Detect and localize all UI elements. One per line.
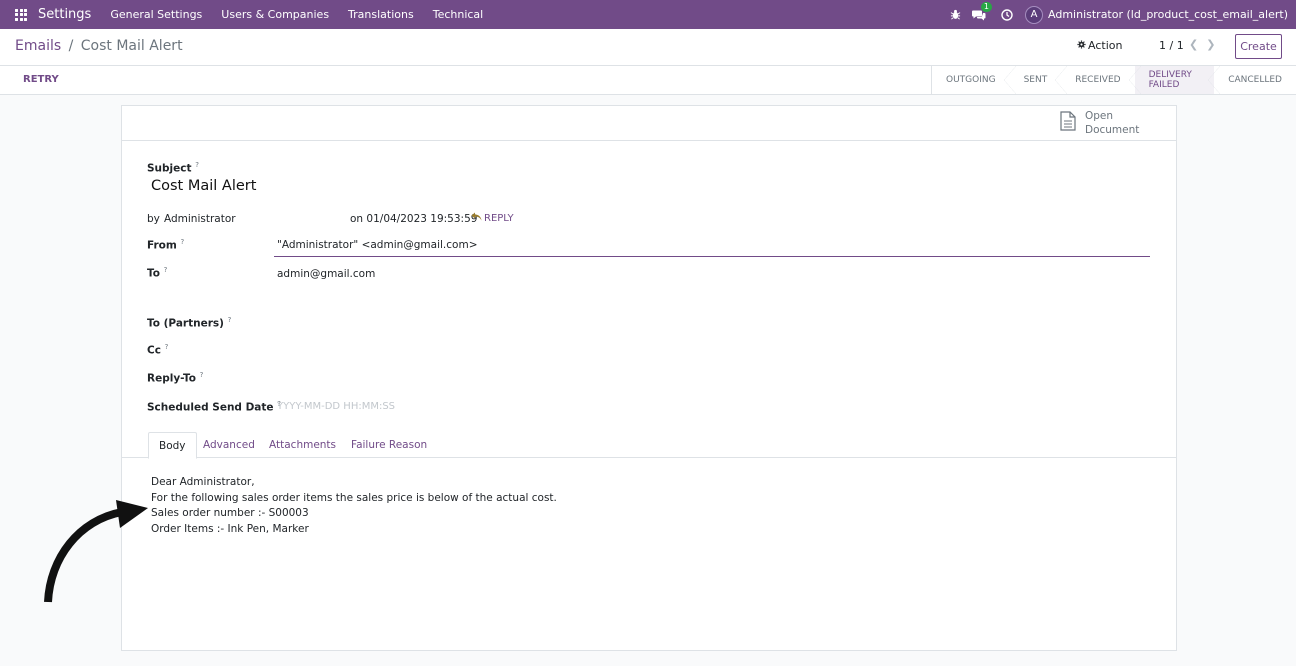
stage-cancelled[interactable]: CANCELLED xyxy=(1214,66,1296,94)
chat-badge: 1 xyxy=(980,1,993,12)
to-partners-label: To (Partners) ? xyxy=(147,316,232,330)
tab-advanced[interactable]: Advanced xyxy=(193,432,265,458)
tab-failure-reason[interactable]: Failure Reason xyxy=(341,432,437,458)
from-input[interactable]: "Administrator" <admin@gmail.com> xyxy=(274,237,1150,257)
author-field[interactable]: Administrator xyxy=(164,213,236,225)
user-menu[interactable]: Administrator (ld_product_cost_email_ale… xyxy=(1048,8,1288,21)
button-box: Open Document xyxy=(122,106,1176,141)
by-label: by xyxy=(147,213,160,225)
form-sheet: Open Document Subject ? Cost Mail Alert b… xyxy=(121,105,1177,651)
action-label: Action xyxy=(1088,39,1123,52)
navbar-systray: 1 A Administrator (ld_product_cost_email… xyxy=(948,0,1288,29)
top-navbar: Settings General Settings Users & Compan… xyxy=(0,0,1296,29)
chat-icon[interactable]: 1 xyxy=(972,1,993,22)
menu-translations[interactable]: Translations xyxy=(348,8,414,21)
breadcrumb-separator: / xyxy=(68,38,74,54)
scheduled-send-date-input[interactable]: YYYY-MM-DD HH:MM:SS xyxy=(277,401,395,412)
chevron-right-icon[interactable]: ❯ xyxy=(1206,38,1223,51)
cc-label: Cc ? xyxy=(147,343,169,357)
gear-icon xyxy=(1077,39,1086,52)
to-label: To ? xyxy=(147,266,168,280)
reply-button[interactable]: REPLY xyxy=(471,212,514,224)
pager-value[interactable]: 1 / 1 xyxy=(1159,39,1184,52)
document-icon xyxy=(1060,111,1076,135)
pager-nav: ❮❯ xyxy=(1189,38,1223,51)
retry-button[interactable]: RETRY xyxy=(23,74,59,85)
stage-sent[interactable]: SENT xyxy=(1010,66,1067,94)
subject-field[interactable]: Cost Mail Alert xyxy=(151,178,256,194)
menu-technical[interactable]: Technical xyxy=(433,8,484,21)
user-avatar[interactable]: A xyxy=(1025,5,1044,24)
app-brand[interactable]: Settings xyxy=(38,7,91,22)
breadcrumb-emails[interactable]: Emails xyxy=(15,38,61,54)
to-field[interactable]: admin@gmail.com xyxy=(277,268,375,280)
tab-body[interactable]: Body xyxy=(148,432,197,459)
menu-general-settings[interactable]: General Settings xyxy=(110,8,202,21)
reply-to-label: Reply-To ? xyxy=(147,371,204,385)
chevron-left-icon[interactable]: ❮ xyxy=(1189,38,1206,51)
create-button[interactable]: Create xyxy=(1235,34,1282,59)
open-document-button[interactable]: Open Document xyxy=(1060,109,1139,137)
menu-users-companies[interactable]: Users & Companies xyxy=(221,8,329,21)
stage-received[interactable]: RECEIVED xyxy=(1061,66,1141,94)
body-line: Sales order number :- S00003 xyxy=(151,507,309,519)
stage-outgoing[interactable]: OUTGOING xyxy=(932,66,1016,94)
apps-menu-icon[interactable] xyxy=(15,8,27,21)
statusbar: RETRY OUTGOING SENT RECEIVED DELIVERY FA… xyxy=(0,66,1296,95)
from-label: From ? xyxy=(147,238,185,252)
reply-label: REPLY xyxy=(484,212,514,224)
body-line: For the following sales order items the … xyxy=(151,491,557,504)
email-body: Dear Administrator, For the following sa… xyxy=(151,475,557,537)
control-panel: Emails / Cost Mail Alert Action 1 / 1 ❮❯… xyxy=(0,29,1296,66)
action-button[interactable]: Action xyxy=(1077,39,1122,52)
date-field: on 01/04/2023 19:53:59 xyxy=(350,213,478,225)
reply-icon xyxy=(471,212,482,224)
curved-arrow-icon xyxy=(44,500,148,603)
debug-bug-icon[interactable] xyxy=(948,8,962,22)
stage-delivery-failed[interactable]: DELIVERY FAILED xyxy=(1134,66,1220,94)
tab-attachments[interactable]: Attachments xyxy=(259,432,346,458)
body-line: Dear Administrator, xyxy=(151,476,255,488)
stage-pipeline: OUTGOING SENT RECEIVED DELIVERY FAILED C… xyxy=(931,66,1296,94)
body-line: Order Items :- Ink Pen, Marker xyxy=(151,522,309,535)
scheduled-send-date-label: Scheduled Send Date ? xyxy=(147,400,281,414)
breadcrumb: Emails / Cost Mail Alert xyxy=(15,38,183,54)
breadcrumb-current: Cost Mail Alert xyxy=(80,38,183,54)
notebook-tabs: Body Advanced Attachments Failure Reason xyxy=(122,432,1176,459)
open-document-label: Open Document xyxy=(1085,110,1140,136)
activity-clock-icon[interactable] xyxy=(1000,8,1014,22)
subject-label: Subject ? xyxy=(147,161,199,175)
